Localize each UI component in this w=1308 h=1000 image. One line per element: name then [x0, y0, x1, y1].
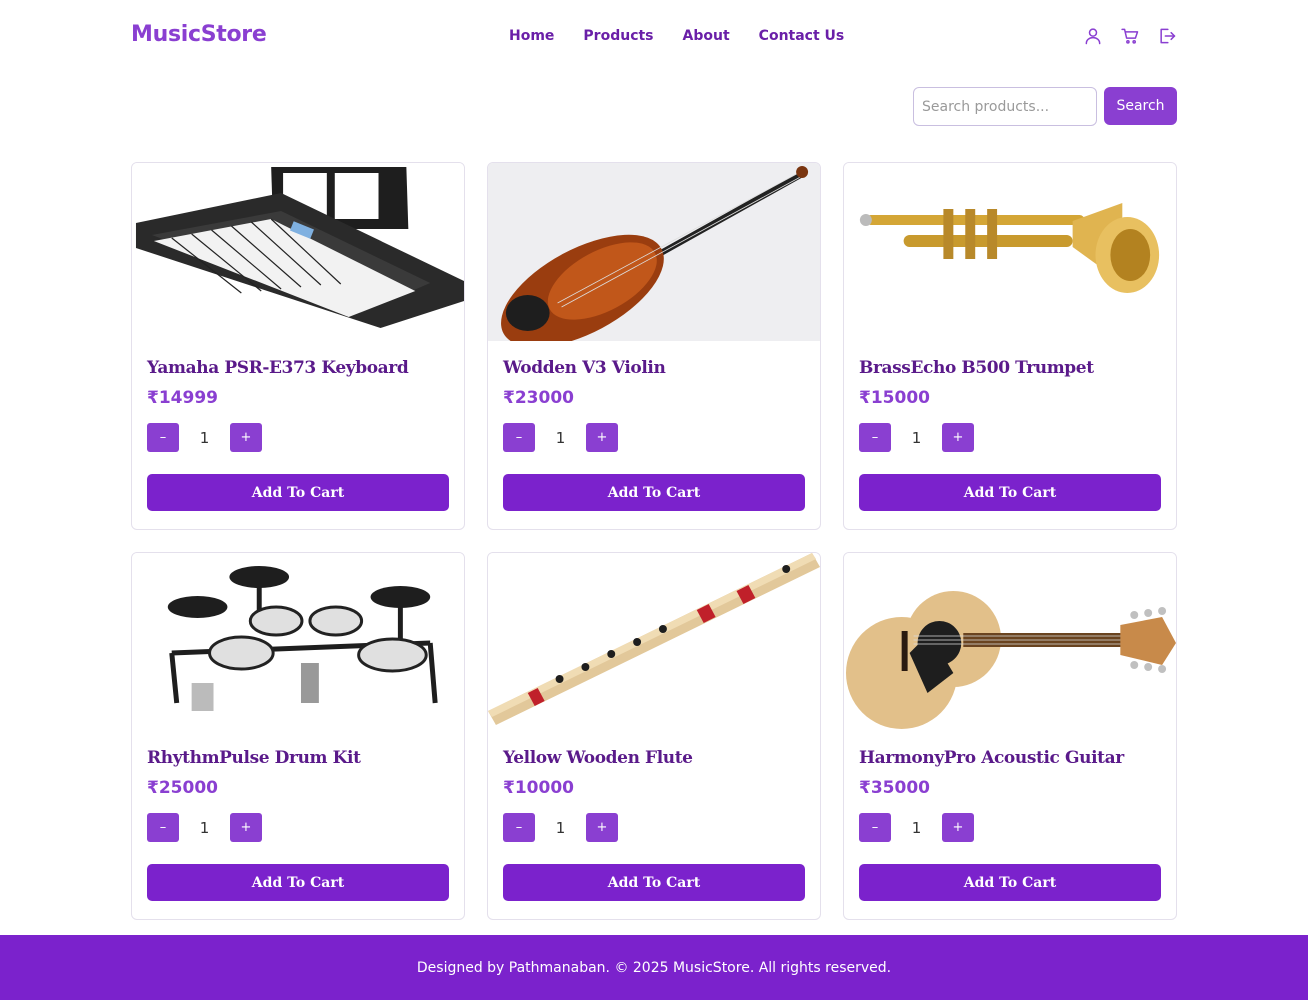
add-to-cart-button[interactable]: Add To Cart — [147, 474, 449, 511]
add-to-cart-button[interactable]: Add To Cart — [503, 474, 805, 511]
nav-link-contact[interactable]: Contact Us — [759, 28, 845, 44]
product-title: Yamaha PSR-E373 Keyboard — [147, 358, 409, 378]
product-image-trumpet[interactable] — [844, 163, 1176, 341]
product-price: ₹14999 — [147, 388, 218, 408]
decrease-qty-button[interactable]: – — [147, 423, 179, 452]
nav-icons — [1082, 24, 1177, 48]
increase-qty-button[interactable]: + — [586, 423, 618, 452]
search-input[interactable] — [913, 87, 1097, 126]
product-card: Yamaha PSR-E373 Keyboard ₹14999 – 1 + Ad… — [131, 162, 465, 530]
logout-icon[interactable] — [1156, 24, 1177, 48]
footer-text: Designed by Pathmanaban. © 2025 MusicSto… — [416, 959, 892, 976]
nav-links: Home Products About Contact Us — [509, 28, 873, 44]
product-image-flute[interactable] — [488, 553, 820, 731]
quantity-stepper: – 1 + — [859, 423, 1161, 452]
product-card: RhythmPulse Drum Kit ₹25000 – 1 + Add To… — [131, 552, 465, 920]
product-price: ₹35000 — [859, 778, 930, 798]
product-title: HarmonyPro Acoustic Guitar — [859, 748, 1124, 768]
increase-qty-button[interactable]: + — [230, 423, 262, 452]
quantity-stepper: – 1 + — [147, 813, 449, 842]
increase-qty-button[interactable]: + — [230, 813, 262, 842]
add-to-cart-button[interactable]: Add To Cart — [859, 864, 1161, 901]
increase-qty-button[interactable]: + — [942, 423, 974, 452]
add-to-cart-button[interactable]: Add To Cart — [859, 474, 1161, 511]
quantity-value: 1 — [911, 428, 922, 447]
product-price: ₹25000 — [147, 778, 218, 798]
decrease-qty-button[interactable]: – — [503, 813, 535, 842]
product-card: HarmonyPro Acoustic Guitar ₹35000 – 1 + … — [843, 552, 1177, 920]
product-title: Wodden V3 Violin — [503, 358, 666, 378]
quantity-value: 1 — [555, 428, 566, 447]
product-price: ₹15000 — [859, 388, 930, 408]
footer: Designed by Pathmanaban. © 2025 MusicSto… — [0, 935, 1308, 1000]
quantity-value: 1 — [555, 818, 566, 837]
add-to-cart-button[interactable]: Add To Cart — [147, 864, 449, 901]
brand-logo[interactable]: MusicStore — [131, 22, 267, 47]
product-image-violin[interactable] — [488, 163, 820, 341]
nav-link-about[interactable]: About — [683, 28, 730, 44]
quantity-stepper: – 1 + — [503, 423, 805, 452]
search-button[interactable]: Search — [1104, 87, 1177, 125]
increase-qty-button[interactable]: + — [586, 813, 618, 842]
nav-link-home[interactable]: Home — [509, 28, 554, 44]
product-price: ₹10000 — [503, 778, 574, 798]
quantity-value: 1 — [199, 818, 210, 837]
product-image-drum-kit[interactable] — [132, 553, 464, 731]
user-icon[interactable] — [1082, 24, 1103, 48]
product-title: BrassEcho B500 Trumpet — [859, 358, 1094, 378]
increase-qty-button[interactable]: + — [942, 813, 974, 842]
quantity-stepper: – 1 + — [859, 813, 1161, 842]
product-title: RhythmPulse Drum Kit — [147, 748, 361, 768]
product-grid: Yamaha PSR-E373 Keyboard ₹14999 – 1 + Ad… — [131, 162, 1177, 920]
quantity-value: 1 — [911, 818, 922, 837]
product-card: BrassEcho B500 Trumpet ₹15000 – 1 + Add … — [843, 162, 1177, 530]
quantity-stepper: – 1 + — [147, 423, 449, 452]
cart-icon[interactable] — [1119, 24, 1140, 48]
quantity-value: 1 — [199, 428, 210, 447]
product-price: ₹23000 — [503, 388, 574, 408]
product-card: Wodden V3 Violin ₹23000 – 1 + Add To Car… — [487, 162, 821, 530]
decrease-qty-button[interactable]: – — [859, 423, 891, 452]
decrease-qty-button[interactable]: – — [859, 813, 891, 842]
product-image-guitar[interactable] — [844, 553, 1176, 731]
nav-link-products[interactable]: Products — [583, 28, 653, 44]
product-image-keyboard[interactable] — [132, 163, 464, 341]
search-bar: Search — [913, 87, 1177, 126]
add-to-cart-button[interactable]: Add To Cart — [503, 864, 805, 901]
product-card: Yellow Wooden Flute ₹10000 – 1 + Add To … — [487, 552, 821, 920]
decrease-qty-button[interactable]: – — [147, 813, 179, 842]
product-title: Yellow Wooden Flute — [503, 748, 693, 768]
quantity-stepper: – 1 + — [503, 813, 805, 842]
decrease-qty-button[interactable]: – — [503, 423, 535, 452]
navbar: MusicStore Home Products About Contact U… — [0, 0, 1308, 74]
